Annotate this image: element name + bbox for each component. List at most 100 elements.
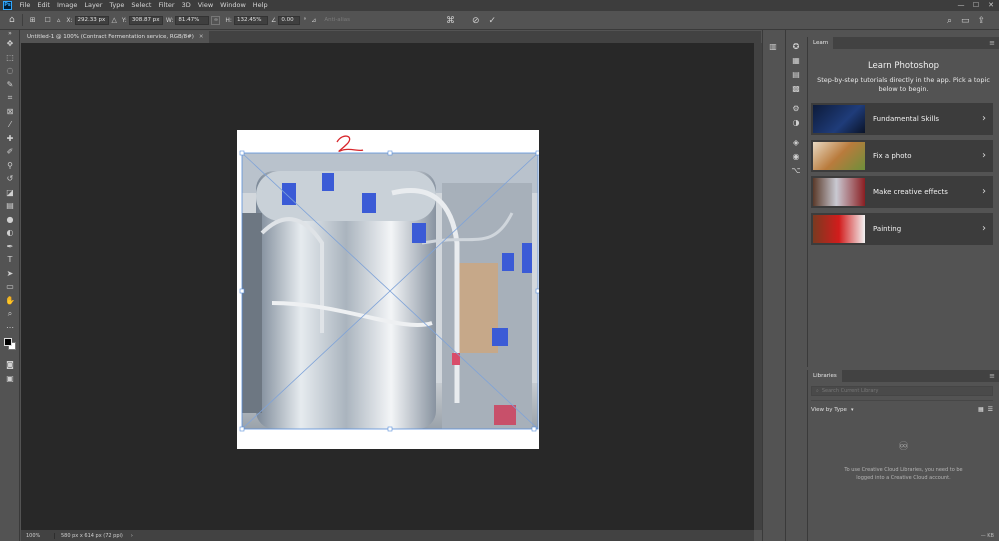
panel-menu-icon[interactable]: ≡ — [989, 370, 995, 382]
paths-panel-icon[interactable]: ⌥ — [786, 164, 806, 178]
menu-file[interactable]: File — [16, 0, 34, 11]
rotation-field[interactable]: 0.00 — [278, 15, 301, 25]
menu-window[interactable]: Window — [217, 0, 250, 11]
width-field[interactable]: 81.47% — [175, 15, 210, 25]
canvas-vertical-scrollbar[interactable] — [754, 43, 762, 530]
commit-controls: ⌘ ⊘ ✓ — [443, 11, 499, 30]
close-button[interactable]: ✕ — [984, 0, 998, 11]
dodge-tool-icon[interactable]: ◐ — [0, 226, 20, 240]
libraries-panel: Libraries ≡ ⌕ Search Current Library Vie… — [807, 370, 999, 541]
share-icon[interactable]: ⇪ — [978, 16, 986, 26]
library-search-placeholder: Search Current Library — [821, 388, 879, 394]
list-view-icon[interactable]: ☰ — [988, 406, 993, 413]
move-tool-icon[interactable]: ✥ — [0, 37, 20, 51]
close-document-icon[interactable]: ✕ — [199, 31, 204, 43]
foreground-color-swatch[interactable] — [4, 338, 12, 346]
path-select-tool-icon[interactable]: ➤ — [0, 267, 20, 281]
status-menu-arrow[interactable]: › — [131, 533, 133, 539]
y-position-field[interactable]: 308.87 px — [128, 15, 163, 25]
view-mode-toggle: ▦ ☰ — [974, 406, 993, 413]
marquee-tool-icon[interactable]: ⬚ — [0, 51, 20, 65]
lasso-tool-icon[interactable]: ◌ — [0, 64, 20, 78]
workspace-icon[interactable]: ▭ — [961, 16, 970, 26]
styles-panel-icon[interactable]: ⚙ — [786, 102, 806, 116]
screen-mode-icon[interactable]: ▣ — [0, 372, 20, 386]
maximize-button[interactable]: ☐ — [969, 0, 983, 11]
topic-make-creative-effects[interactable]: Make creative effects › — [811, 176, 993, 208]
learn-tab[interactable]: Learn — [808, 37, 834, 49]
brush-tool-icon[interactable]: ✐ — [0, 145, 20, 159]
gradient-tool-icon[interactable]: ▤ — [0, 199, 20, 213]
document-tab[interactable]: Untitled-1 @ 100% (Contract Fermentation… — [21, 31, 210, 43]
right-options: ⌕ ▭ ⇪ — [944, 11, 988, 30]
hand-tool-icon[interactable]: ✋ — [0, 294, 20, 308]
zoom-level[interactable]: 100% — [21, 532, 55, 539]
toolbar-collapse-icon[interactable]: » — [0, 30, 20, 37]
antialias-checkbox[interactable]: Anti-alias — [324, 17, 350, 23]
libraries-tab[interactable]: Libraries — [808, 370, 842, 382]
menu-3d[interactable]: 3D — [178, 0, 194, 11]
height-field[interactable]: 132.45% — [233, 15, 268, 25]
topic-fix-a-photo[interactable]: Fix a photo › — [811, 139, 993, 172]
reference-point-icon[interactable]: ⊞ — [30, 16, 36, 24]
skew-icon[interactable]: ⊿ — [311, 17, 316, 24]
grid-view-icon[interactable]: ▦ — [978, 406, 984, 413]
frame-tool-icon[interactable]: ⊠ — [0, 105, 20, 119]
topic-painting[interactable]: Painting › — [811, 212, 993, 245]
link-aspect-icon[interactable]: ∞ — [211, 15, 221, 25]
menu-type[interactable]: Type — [106, 0, 128, 11]
topic-fundamental-skills[interactable]: Fundamental Skills › — [811, 103, 993, 135]
learn-panel-icon[interactable]: ✪ — [786, 40, 806, 54]
pen-tool-icon[interactable]: ✒ — [0, 240, 20, 254]
menu-help[interactable]: Help — [249, 0, 271, 11]
menu-bar: Ps File Edit Image Layer Type Select Fil… — [0, 0, 999, 11]
transform-bounding-box[interactable] — [237, 130, 539, 449]
home-icon[interactable]: ⌂ — [9, 15, 15, 25]
document-canvas[interactable]: 2 — [237, 130, 539, 449]
library-search-input[interactable]: ⌕ Search Current Library — [811, 386, 993, 396]
properties-icon[interactable]: ▥ — [763, 40, 783, 54]
menu-select[interactable]: Select — [128, 0, 155, 11]
shape-tool-icon[interactable]: ▭ — [0, 280, 20, 294]
canvas-workspace[interactable]: 2 — [21, 43, 754, 530]
zoom-tool-icon[interactable]: ⌕ — [0, 307, 20, 321]
menu-filter[interactable]: Filter — [155, 0, 178, 11]
healing-tool-icon[interactable]: ✚ — [0, 132, 20, 146]
cancel-transform-icon[interactable]: ⊘ — [472, 16, 480, 26]
minimize-button[interactable]: — — [954, 0, 968, 11]
adjustments-panel-icon[interactable]: ▤ — [786, 68, 806, 82]
view-by-dropdown[interactable]: View by Type — [811, 407, 847, 413]
panel-menu-icon[interactable]: ≡ — [989, 37, 995, 49]
color-panel-icon[interactable]: ◑ — [786, 116, 806, 130]
libraries-panel-icon[interactable]: ▦ — [786, 54, 806, 68]
search-icon[interactable]: ⌕ — [947, 16, 952, 26]
eraser-tool-icon[interactable]: ◪ — [0, 186, 20, 200]
menu-edit[interactable]: Edit — [34, 0, 54, 11]
blur-tool-icon[interactable]: ● — [0, 213, 20, 227]
quick-select-tool-icon[interactable]: ✎ — [0, 78, 20, 92]
quick-mask-icon[interactable]: ◙ — [0, 358, 20, 372]
swatches-panel-icon[interactable]: ▩ — [786, 82, 806, 96]
color-swatches[interactable] — [0, 334, 20, 358]
stamp-tool-icon[interactable]: ⚲ — [0, 159, 20, 173]
crop-tool-icon[interactable]: ⌗ — [0, 91, 20, 105]
type-tool-icon[interactable]: T — [0, 253, 20, 267]
history-brush-tool-icon[interactable]: ↺ — [0, 172, 20, 186]
warp-icon[interactable]: ⌘ — [446, 16, 455, 26]
eyedropper-tool-icon[interactable]: ⁄ — [0, 118, 20, 132]
commit-transform-icon[interactable]: ✓ — [489, 16, 497, 26]
chevron-down-icon[interactable]: ▾ — [851, 407, 854, 413]
chevron-right-icon: › — [982, 113, 986, 124]
delta-icon[interactable]: ▵ — [57, 16, 61, 24]
menu-view[interactable]: View — [194, 0, 216, 11]
divider — [21, 14, 23, 26]
x-position-field[interactable]: 292.33 px — [74, 15, 109, 25]
divider — [811, 400, 993, 401]
more-tools-icon[interactable]: ⋯ — [0, 321, 20, 335]
menu-image[interactable]: Image — [53, 0, 80, 11]
reference-checkbox-icon[interactable]: ☐ — [45, 16, 51, 24]
menu-layer[interactable]: Layer — [81, 0, 106, 11]
tools-panel: » ✥ ⬚ ◌ ✎ ⌗ ⊠ ⁄ ✚ ✐ ⚲ ↺ ◪ ▤ ● ◐ ✒ T ➤ ▭ … — [0, 30, 20, 541]
layers-panel-icon[interactable]: ◈ — [786, 136, 806, 150]
channels-panel-icon[interactable]: ◉ — [786, 150, 806, 164]
